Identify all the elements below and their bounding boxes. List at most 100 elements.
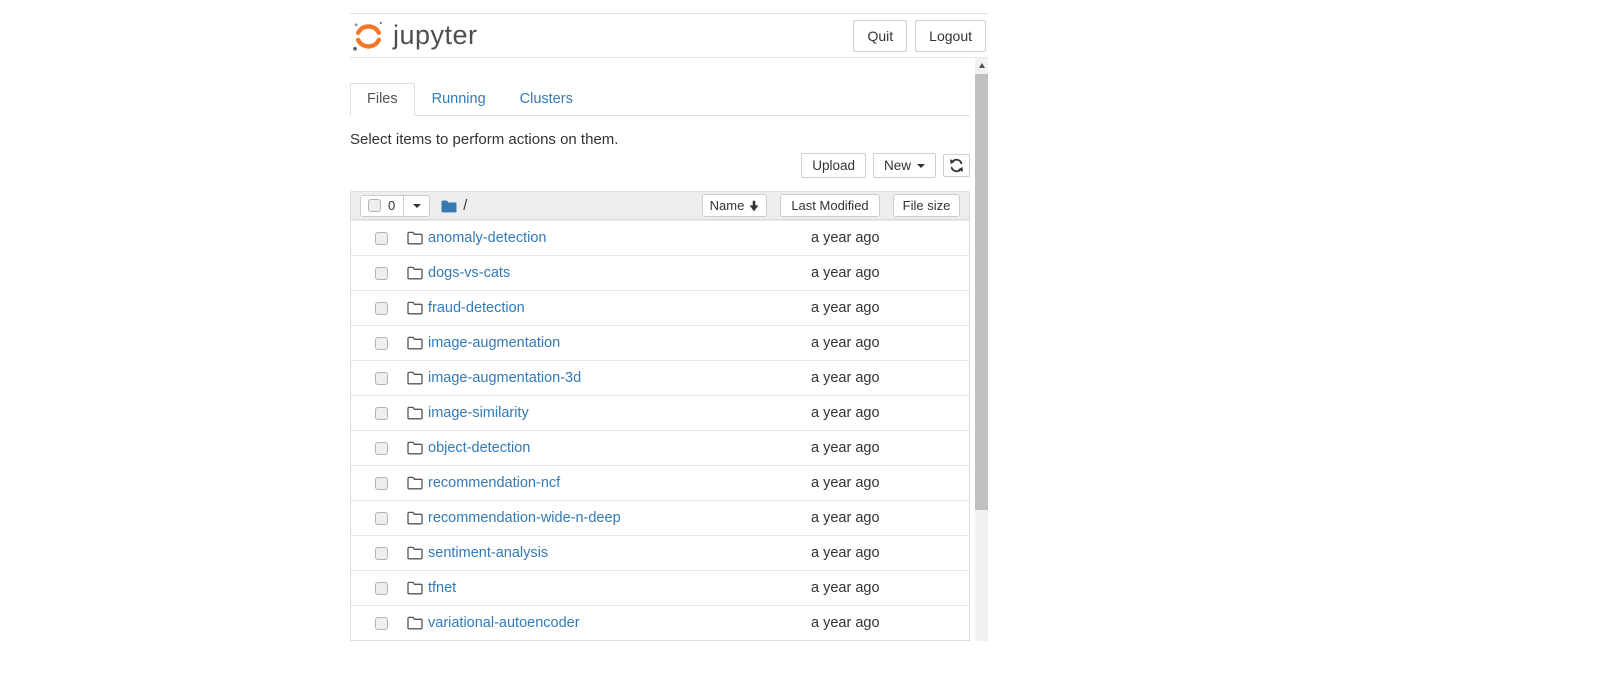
folder-icon — [406, 266, 423, 280]
sort-name-label: Name — [710, 198, 745, 213]
last-modified-value: a year ago — [811, 370, 969, 386]
file-row: tfnet a year ago — [351, 570, 969, 605]
scrollbar[interactable] — [975, 58, 988, 641]
folder-link[interactable]: image-augmentation-3d — [428, 370, 811, 386]
folder-link[interactable]: dogs-vs-cats — [428, 265, 811, 281]
file-row: anomaly-detection a year ago — [351, 220, 969, 255]
sort-file-size-button[interactable]: File size — [893, 194, 960, 217]
jupyter-logo[interactable]: jupyter — [351, 18, 478, 54]
file-row: fraud-detection a year ago — [351, 290, 969, 325]
folder-icon — [406, 546, 423, 560]
notice-text: Select items to perform actions on them. — [350, 130, 970, 149]
tab-files[interactable]: Files — [350, 83, 415, 116]
file-row: recommendation-wide-n-deep a year ago — [351, 500, 969, 535]
file-row: recommendation-ncf a year ago — [351, 465, 969, 500]
file-row: variational-autoencoder a year ago — [351, 605, 969, 640]
folder-icon — [406, 616, 423, 630]
file-row: sentiment-analysis a year ago — [351, 535, 969, 570]
row-checkbox[interactable] — [375, 337, 388, 350]
caret-down-icon — [917, 164, 925, 168]
row-checkbox[interactable] — [375, 442, 388, 455]
tab-running[interactable]: Running — [415, 83, 503, 116]
folder-icon — [406, 511, 423, 525]
logout-button[interactable]: Logout — [915, 20, 986, 52]
select-group: 0 — [360, 195, 430, 217]
breadcrumb-path[interactable]: / — [463, 198, 467, 214]
scroll-area: Files Running Clusters Select items to p… — [350, 58, 988, 641]
select-filter-dropdown-button[interactable] — [404, 195, 430, 217]
tab-bar: Files Running Clusters — [350, 82, 970, 116]
jupyter-logo-icon — [351, 18, 386, 54]
scroll-up-arrow-icon — [979, 63, 985, 68]
row-checkbox[interactable] — [375, 477, 388, 490]
folder-link[interactable]: fraud-detection — [428, 300, 811, 316]
row-checkbox[interactable] — [375, 372, 388, 385]
tab-clusters[interactable]: Clusters — [503, 83, 590, 116]
refresh-button[interactable] — [943, 154, 970, 177]
folder-link[interactable]: tfnet — [428, 580, 811, 596]
folder-link[interactable]: recommendation-ncf — [428, 475, 811, 491]
file-row: object-detection a year ago — [351, 430, 969, 465]
logo-text: jupyter — [393, 20, 478, 51]
select-all-checkbox[interactable] — [368, 199, 381, 212]
last-modified-value: a year ago — [811, 300, 969, 316]
last-modified-value: a year ago — [811, 265, 969, 281]
folder-link[interactable]: anomaly-detection — [428, 230, 811, 246]
sort-name-button[interactable]: Name — [702, 194, 767, 217]
header-buttons: Quit Logout — [853, 20, 986, 52]
folder-icon — [406, 476, 423, 490]
main-content: Files Running Clusters Select items to p… — [350, 58, 975, 641]
file-list: 0 / Name — [350, 191, 970, 641]
upload-button[interactable]: Upload — [801, 153, 866, 178]
folder-icon — [406, 336, 423, 350]
folder-icon — [406, 301, 423, 315]
new-button-label: New — [884, 157, 911, 174]
file-list-header: 0 / Name — [351, 192, 969, 220]
breadcrumb-folder-icon[interactable] — [441, 199, 457, 213]
toolbar: Upload New — [350, 153, 970, 178]
row-checkbox[interactable] — [375, 232, 388, 245]
row-checkbox[interactable] — [375, 407, 388, 420]
row-checkbox[interactable] — [375, 582, 388, 595]
folder-link[interactable]: variational-autoencoder — [428, 615, 811, 631]
last-modified-value: a year ago — [811, 230, 969, 246]
last-modified-value: a year ago — [811, 475, 969, 491]
folder-icon — [406, 581, 423, 595]
scrollbar-thumb[interactable] — [975, 74, 988, 510]
last-modified-value: a year ago — [811, 405, 969, 421]
folder-icon — [406, 371, 423, 385]
row-checkbox[interactable] — [375, 547, 388, 560]
file-row: image-similarity a year ago — [351, 395, 969, 430]
folder-link[interactable]: image-similarity — [428, 405, 811, 421]
last-modified-value: a year ago — [811, 580, 969, 596]
folder-link[interactable]: sentiment-analysis — [428, 545, 811, 561]
row-checkbox[interactable] — [375, 512, 388, 525]
header-bar: jupyter Quit Logout — [350, 14, 988, 58]
sort-last-modified-button[interactable]: Last Modified — [780, 194, 880, 217]
refresh-icon — [949, 158, 964, 173]
row-checkbox[interactable] — [375, 267, 388, 280]
folder-link[interactable]: image-augmentation — [428, 335, 811, 351]
folder-icon — [406, 231, 423, 245]
last-modified-value: a year ago — [811, 440, 969, 456]
row-checkbox[interactable] — [375, 302, 388, 315]
caret-down-icon — [413, 204, 421, 208]
arrow-down-icon — [749, 200, 759, 212]
selected-count: 0 — [388, 198, 395, 213]
folder-link[interactable]: object-detection — [428, 440, 811, 456]
row-checkbox[interactable] — [375, 617, 388, 630]
last-modified-value: a year ago — [811, 615, 969, 631]
folder-icon — [406, 406, 423, 420]
new-dropdown-button[interactable]: New — [873, 153, 936, 178]
last-modified-value: a year ago — [811, 545, 969, 561]
scrollbar-up-button[interactable] — [975, 58, 988, 73]
select-all-control[interactable]: 0 — [360, 195, 404, 217]
last-modified-value: a year ago — [811, 335, 969, 351]
folder-link[interactable]: recommendation-wide-n-deep — [428, 510, 811, 526]
file-row: image-augmentation a year ago — [351, 325, 969, 360]
last-modified-value: a year ago — [811, 510, 969, 526]
jupyter-tree-page: jupyter Quit Logout Files Running Cluste… — [350, 13, 988, 641]
file-row: dogs-vs-cats a year ago — [351, 255, 969, 290]
file-row: image-augmentation-3d a year ago — [351, 360, 969, 395]
quit-button[interactable]: Quit — [853, 20, 907, 52]
